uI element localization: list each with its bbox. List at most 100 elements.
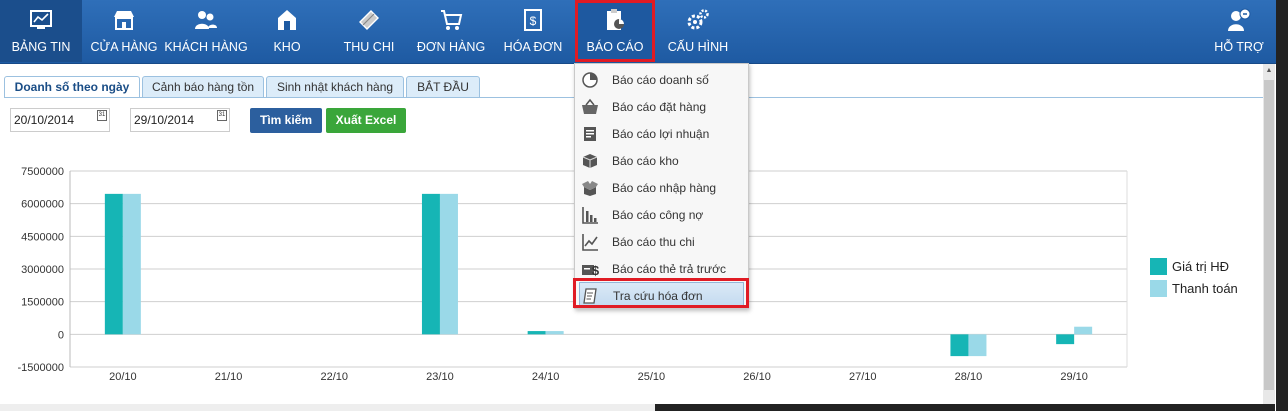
nav-item-cua-hang[interactable]: CỬA HÀNG	[84, 0, 164, 62]
menu-item-bao-cao-cong-no[interactable]: Báo cáo công nợ	[579, 202, 744, 228]
open-box-icon	[581, 179, 599, 197]
bar-gia-tri-hd	[104, 193, 123, 335]
nav-item-thu-chi[interactable]: THU CHI	[328, 0, 410, 62]
bar-gia-tri-hd	[1056, 334, 1075, 345]
nav-label-cua-hang: CỬA HÀNG	[90, 40, 158, 54]
tab-canh-bao-hang-ton[interactable]: Cảnh báo hàng tồn	[142, 76, 264, 98]
y-tick-label: 7500000	[21, 166, 64, 178]
y-tick-label: 6000000	[21, 199, 64, 211]
legend-item: Thanh toán	[1150, 280, 1238, 302]
scrollbar-thumb[interactable]	[1264, 80, 1274, 390]
dashboard-icon	[29, 8, 53, 32]
store-icon	[112, 8, 136, 32]
nav-item-don-hang[interactable]: ĐƠN HÀNG	[410, 0, 492, 62]
calendar-icon[interactable]: 31	[97, 110, 107, 121]
pie-chart-icon	[581, 71, 599, 89]
svg-text:$: $	[592, 263, 599, 278]
menu-item-bao-cao-kho[interactable]: Báo cáo kho	[579, 148, 744, 174]
nav-label-bao-cao: BÁO CÁO	[586, 40, 644, 54]
nav-label-kho: KHO	[273, 40, 301, 54]
gears-icon	[686, 8, 710, 32]
nav-item-cau-hinh[interactable]: CẤU HÌNH	[658, 0, 738, 62]
bar-gia-tri-hd	[950, 334, 969, 357]
nav-item-hoa-don[interactable]: $ HÓA ĐƠN	[494, 0, 572, 62]
nav-item-bang-tin[interactable]: BẢNG TIN	[0, 0, 82, 62]
nav-item-khach-hang[interactable]: KHÁCH HÀNG	[164, 0, 248, 62]
legend-swatch	[1150, 258, 1167, 275]
x-tick-label: 21/10	[215, 371, 243, 383]
bar-thanh-toan	[968, 334, 987, 357]
menu-item-label: Báo cáo thu chi	[612, 235, 695, 249]
tab-sinh-nhat-khach-hang[interactable]: Sinh nhật khách hàng	[266, 76, 404, 98]
vertical-scrollbar[interactable]: ▲	[1263, 64, 1275, 411]
bar-gia-tri-hd	[527, 331, 546, 335]
cart-icon	[439, 8, 463, 32]
y-tick-label: 3000000	[21, 264, 64, 276]
nav-label-thu-chi: THU CHI	[343, 40, 395, 54]
tab-doanh-so-theo-ngay[interactable]: Doanh số theo ngày	[4, 76, 140, 98]
tab-bat-dau[interactable]: BẮT ĐẦU	[406, 76, 480, 98]
menu-item-bao-cao-loi-nhuan[interactable]: Báo cáo lợi nhuận	[579, 121, 744, 147]
legend-label: Thanh toán	[1172, 281, 1238, 296]
bar-gia-tri-hd	[421, 193, 440, 335]
x-tick-label: 25/10	[638, 371, 666, 383]
from-date-input[interactable]: 20/10/2014	[10, 108, 110, 132]
bar-chart-icon	[581, 206, 599, 224]
money-icon	[357, 8, 381, 32]
invoice-icon: $	[521, 8, 545, 32]
menu-item-label: Báo cáo doanh số	[612, 73, 709, 87]
menu-item-bao-cao-nhap-hang[interactable]: Báo cáo nhập hàng	[579, 175, 744, 201]
bar-thanh-toan	[439, 193, 458, 335]
menu-item-bao-cao-dat-hang[interactable]: Báo cáo đặt hàng	[579, 94, 744, 120]
profit-doc-icon	[581, 125, 599, 143]
nav-item-ho-tro[interactable]: HỖ TRỢ	[1204, 0, 1274, 62]
nav-item-bao-cao[interactable]: BÁO CÁO	[575, 0, 655, 62]
warehouse-icon	[275, 8, 299, 32]
x-tick-label: 24/10	[532, 371, 560, 383]
menu-item-bao-cao-doanh-so[interactable]: Báo cáo doanh số	[579, 67, 744, 93]
menu-item-label: Báo cáo đặt hàng	[612, 100, 707, 114]
menu-item-bao-cao-thu-chi[interactable]: Báo cáo thu chi	[579, 229, 744, 255]
line-chart-icon	[581, 233, 599, 251]
x-tick-label: 20/10	[109, 371, 137, 383]
export-excel-button[interactable]: Xuất Excel	[326, 108, 406, 133]
menu-item-label: Báo cáo kho	[612, 154, 679, 168]
menu-item-label: Báo cáo nhập hàng	[612, 181, 717, 195]
legend-swatch	[1150, 280, 1167, 297]
x-tick-label: 23/10	[426, 371, 454, 383]
highlight-frame	[573, 278, 749, 308]
to-date-input[interactable]: 29/10/2014	[130, 108, 230, 132]
sales-chart: 7500000 6000000 4500000 3000000 1500000 0 -150…	[18, 166, 1128, 383]
basket-icon	[581, 98, 599, 116]
y-tick-label: -1500000	[18, 362, 65, 374]
nav-label-ho-tro: HỖ TRỢ	[1214, 40, 1264, 54]
nav-label-khach-hang: KHÁCH HÀNG	[164, 40, 248, 54]
nav-item-kho[interactable]: KHO	[250, 0, 324, 62]
customers-icon	[194, 8, 218, 32]
x-tick-label: 27/10	[849, 371, 877, 383]
box-icon	[581, 152, 599, 170]
legend-item: Giá trị HĐ	[1150, 258, 1238, 280]
nav-label-cau-hinh: CẤU HÌNH	[667, 40, 729, 54]
bar-thanh-toan	[122, 193, 141, 335]
menu-item-label: Báo cáo công nợ	[612, 208, 704, 222]
scroll-up-arrow-icon[interactable]: ▲	[1263, 64, 1275, 78]
support-icon	[1227, 8, 1251, 32]
bar-thanh-toan	[1074, 326, 1093, 335]
report-icon	[603, 8, 627, 32]
search-button[interactable]: Tìm kiếm	[250, 108, 322, 133]
x-tick-label: 26/10	[743, 371, 771, 383]
nav-label-bang-tin: BẢNG TIN	[11, 40, 71, 54]
bar-thanh-toan	[545, 331, 564, 335]
nav-label-don-hang: ĐƠN HÀNG	[416, 40, 486, 54]
top-nav-bar: BẢNG TIN CỬA HÀNG KHÁCH HÀNG KHO THU CHI	[0, 0, 1288, 64]
app-window: BẢNG TIN CỬA HÀNG KHÁCH HÀNG KHO THU CHI	[0, 0, 1288, 411]
report-dropdown-menu: Báo cáo doanh số Báo cáo đặt hàng Báo cá…	[574, 63, 749, 309]
prepaid-card-icon: $	[581, 260, 600, 278]
y-tick-label: 0	[58, 329, 64, 341]
nav-label-hoa-don: HÓA ĐƠN	[503, 40, 563, 54]
legend-label: Giá trị HĐ	[1172, 259, 1230, 274]
x-tick-label: 29/10	[1060, 371, 1088, 383]
y-tick-label: 4500000	[21, 231, 64, 243]
calendar-icon[interactable]: 31	[217, 110, 227, 121]
